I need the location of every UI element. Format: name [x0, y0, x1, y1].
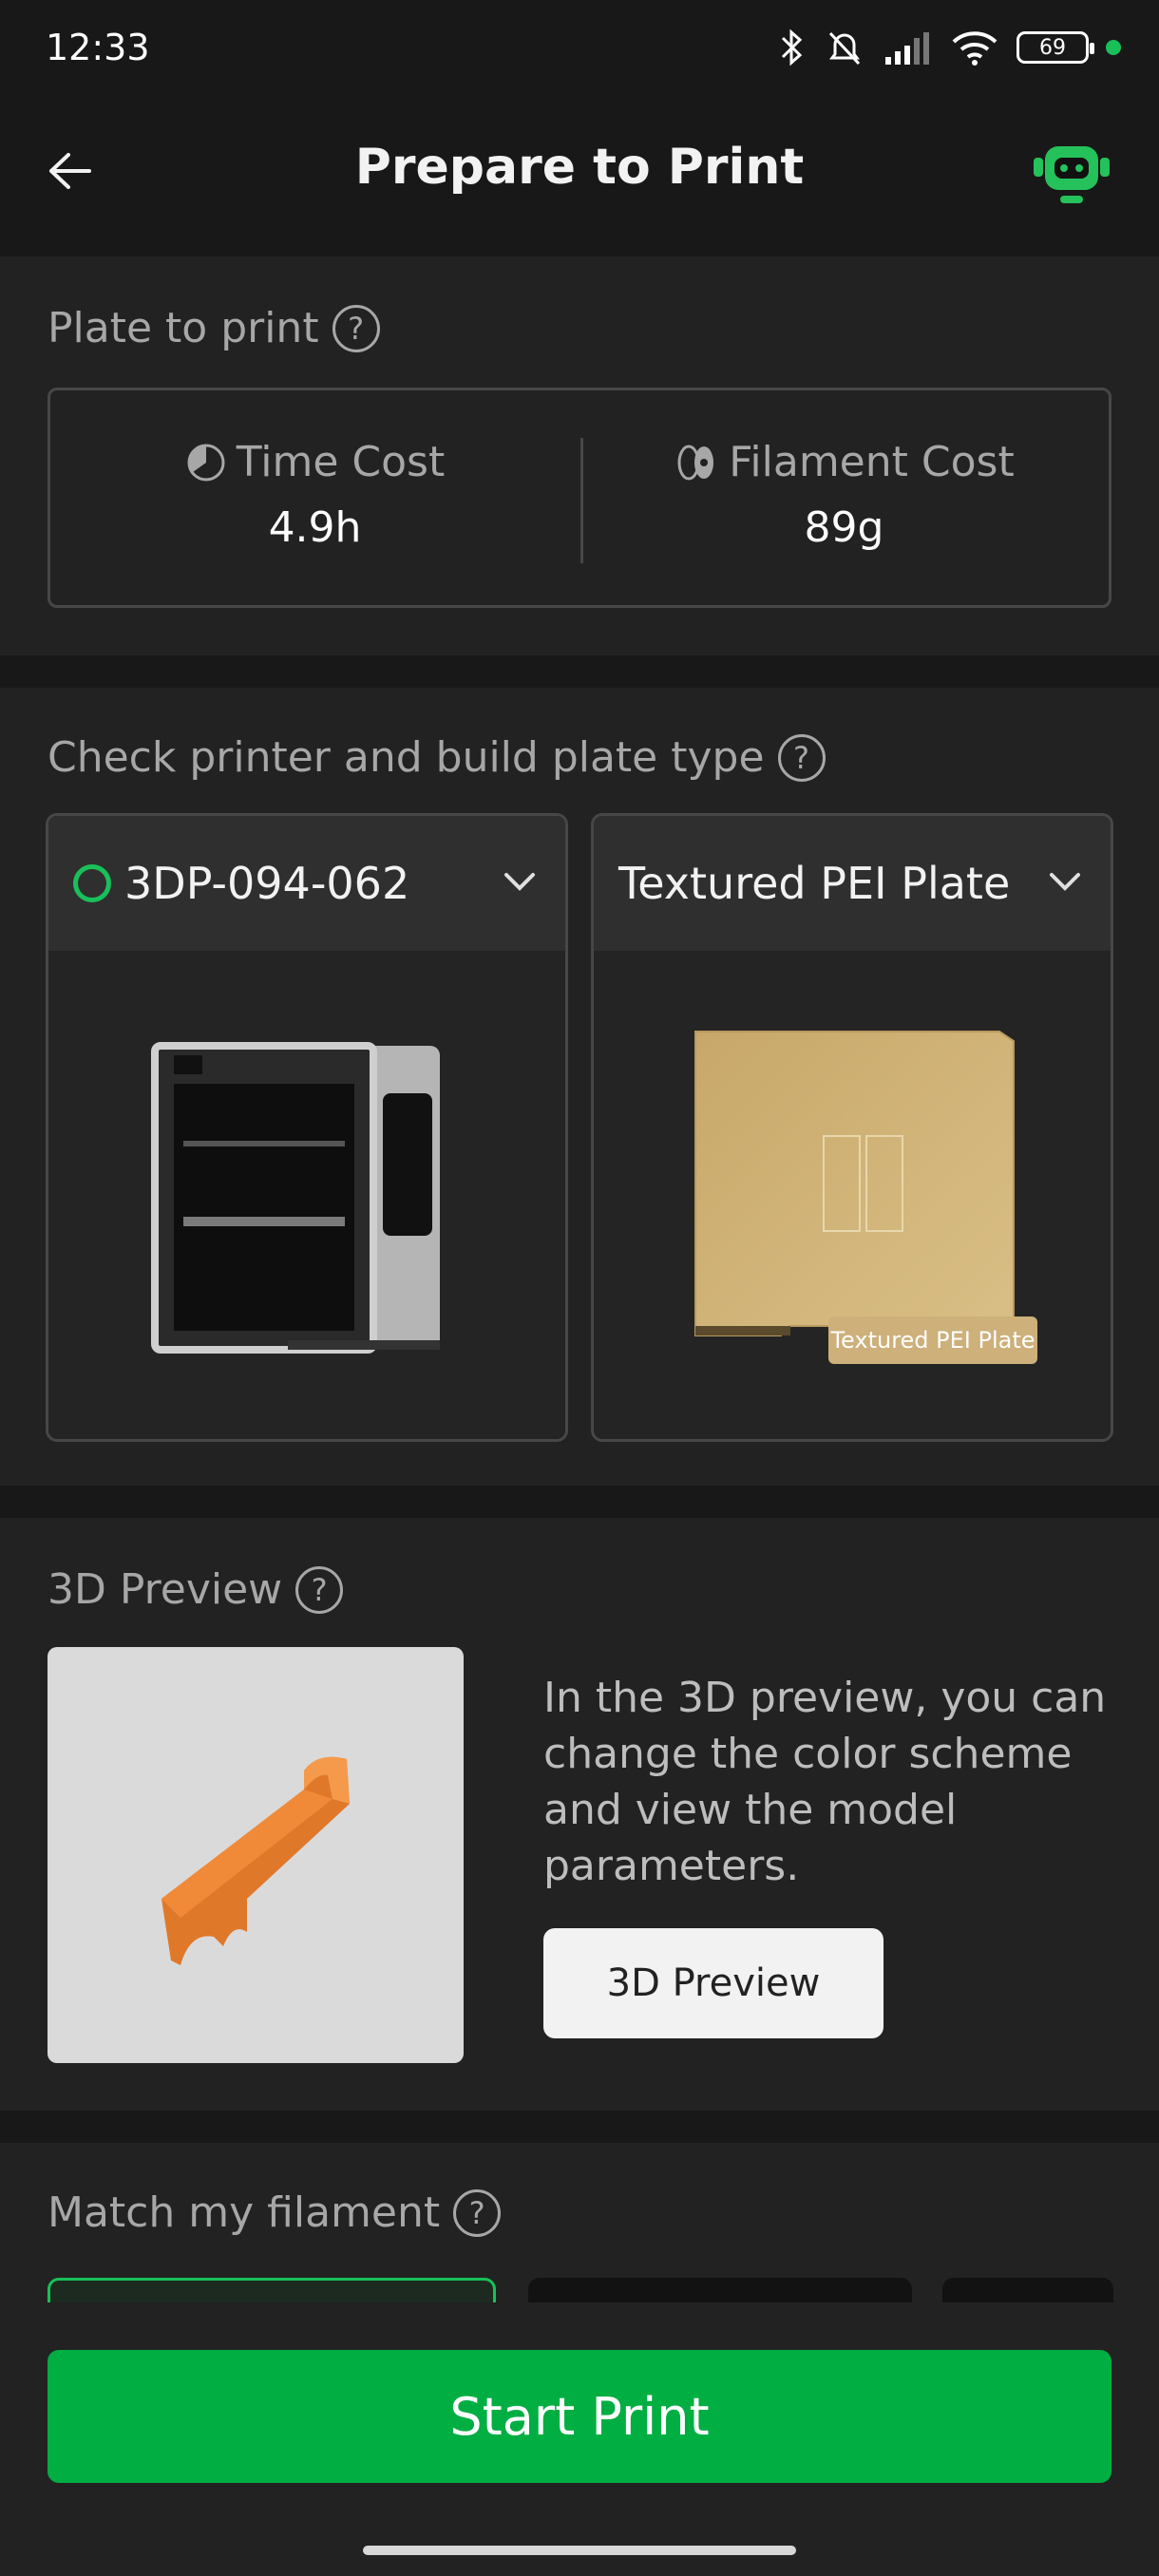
wifi-icon — [952, 31, 998, 66]
home-indicator[interactable] — [363, 2546, 796, 2555]
status-icons: 69 — [777, 21, 1121, 74]
clock-icon — [187, 444, 225, 481]
printer-name: 3DP-094-062 — [124, 858, 410, 909]
preview-section-title: 3D Preview — [48, 1565, 283, 1614]
status-bar: 12:33 69 — [0, 0, 1159, 95]
start-print-button[interactable]: Start Print — [48, 2350, 1112, 2483]
printer-section: Check printer and build plate type ? 3DP… — [0, 688, 1159, 1486]
online-status-icon — [73, 864, 111, 902]
time-cost-value: 4.9h — [268, 503, 362, 552]
printer-image — [48, 951, 565, 1439]
printer-illustration — [151, 1042, 440, 1354]
filament-cost-value: 89g — [804, 503, 884, 552]
bluetooth-icon — [781, 28, 803, 66]
time-cost-label: Time Cost — [236, 438, 446, 486]
plate-image: Textured PEI Plate — [594, 951, 1111, 1439]
plate-section: Plate to print ? Time Cost 4.9h Filament… — [0, 256, 1159, 655]
time-cost: Time Cost 4.9h — [50, 390, 580, 605]
privacy-dot — [1106, 40, 1121, 55]
time-cost-label-row: Time Cost — [50, 438, 580, 486]
muted-bell-icon — [828, 31, 861, 66]
printer-section-title: Check printer and build plate type — [48, 733, 765, 782]
plate-type-selector[interactable]: Textured PEI Plate — [594, 816, 1111, 951]
plate-section-header: Plate to print ? — [48, 304, 380, 352]
status-time: 12:33 — [46, 27, 150, 68]
model-preview-thumbnail[interactable] — [48, 1647, 464, 2063]
help-icon[interactable]: ? — [295, 1565, 344, 1614]
filament-cost: Filament Cost 89g — [580, 390, 1109, 605]
plate-image-label: Textured PEI Plate — [828, 1316, 1037, 1364]
filament-section-header: Match my filament ? — [48, 2188, 502, 2237]
signal-icon — [885, 32, 929, 65]
chevron-down-icon — [1050, 873, 1080, 891]
printer-selector[interactable]: 3DP-094-062 — [48, 816, 565, 951]
plate-card[interactable]: Textured PEI Plate Textured PEI Plate — [591, 813, 1113, 1442]
chevron-down-icon — [504, 873, 535, 891]
printer-card[interactable]: 3DP-094-062 — [46, 813, 568, 1442]
printer-section-header: Check printer and build plate type ? — [48, 733, 826, 782]
app-header: Prepare to Print — [0, 95, 1159, 256]
help-icon[interactable]: ? — [777, 733, 826, 782]
battery-indicator: 69 — [1016, 31, 1094, 64]
cost-summary: Time Cost 4.9h Filament Cost 89g — [48, 388, 1112, 608]
preview-description: In the 3D preview, you can change the co… — [543, 1674, 1107, 1890]
model-render — [162, 1756, 350, 1965]
filament-cost-label-row: Filament Cost — [580, 438, 1109, 486]
battery-level: 69 — [1039, 35, 1066, 60]
3d-preview-button[interactable]: 3D Preview — [543, 1928, 884, 2038]
filament-spool-icon — [677, 445, 714, 480]
plate-illustration: Textured PEI Plate — [667, 1013, 1037, 1383]
assistant-button[interactable] — [1026, 131, 1117, 217]
help-icon[interactable]: ? — [453, 2188, 502, 2237]
page-title: Prepare to Print — [354, 139, 805, 196]
robot-icon — [1034, 146, 1110, 203]
plate-type-label: Textured PEI Plate — [618, 858, 1011, 909]
filament-cost-label: Filament Cost — [729, 438, 1015, 486]
preview-section: 3D Preview ? In the 3D preview, you can … — [0, 1518, 1159, 2111]
plate-section-title: Plate to print — [48, 304, 319, 352]
preview-section-header: 3D Preview ? — [48, 1565, 344, 1614]
filament-section-title: Match my filament — [48, 2188, 441, 2237]
help-icon[interactable]: ? — [332, 304, 380, 352]
